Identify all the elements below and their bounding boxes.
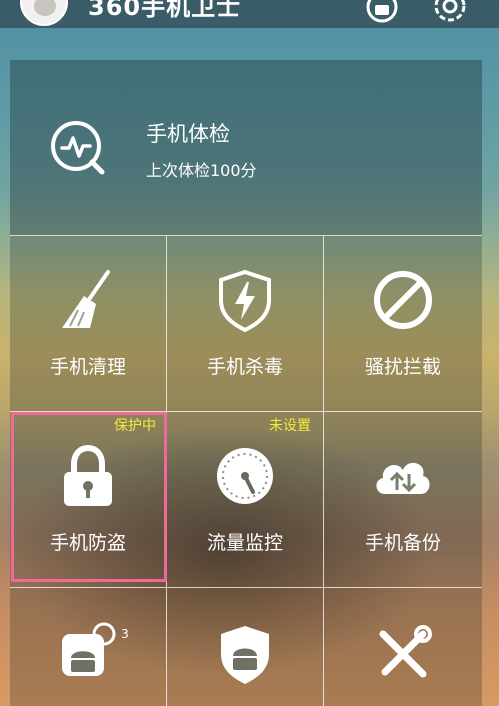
tile-privacy-protect[interactable] xyxy=(167,588,324,706)
top-bar: 360手机卫士 xyxy=(0,0,499,28)
cloud-sync-icon xyxy=(376,462,430,494)
checkup-magnifier-icon xyxy=(51,121,105,175)
tile-label: 骚扰拦截 xyxy=(364,356,441,378)
tile-app-manager[interactable]: 3 xyxy=(10,588,167,706)
tile-label: 手机杀毒 xyxy=(206,356,283,378)
android-box-icon xyxy=(62,622,116,676)
avatar[interactable] xyxy=(20,0,68,26)
shield-bolt-icon xyxy=(219,269,271,332)
notification-badge: 3 xyxy=(121,627,129,641)
app-title: 360手机卫士 xyxy=(88,0,242,21)
block-icon xyxy=(374,271,432,329)
main-panel: 手机体检 上次体检100分 手机清理 手机杀毒 骚扰拦截 保护中 手机防盗 未设… xyxy=(10,60,482,706)
checkup-title: 手机体检 xyxy=(146,122,230,146)
tile-label: 手机防盗 xyxy=(49,532,126,554)
tile-label: 流量监控 xyxy=(206,532,283,554)
gauge-icon xyxy=(217,448,273,504)
tile-harassment-block[interactable]: 骚扰拦截 xyxy=(324,236,482,412)
gear-icon[interactable] xyxy=(430,0,470,26)
status-badge: 未设置 xyxy=(269,418,311,434)
phone-checkup-card[interactable]: 手机体检 上次体检100分 xyxy=(10,60,482,236)
tools-icon xyxy=(379,625,432,678)
status-badge: 保护中 xyxy=(114,418,156,434)
tile-toolbox[interactable] xyxy=(324,588,482,706)
medal-icon[interactable] xyxy=(366,0,398,24)
android-shield-icon xyxy=(221,626,269,684)
tile-label: 手机清理 xyxy=(49,356,126,378)
tile-traffic-monitor[interactable]: 未设置 流量监控 xyxy=(167,412,324,588)
padlock-icon xyxy=(64,444,112,506)
broom-icon xyxy=(62,270,110,328)
checkup-subtitle: 上次体检100分 xyxy=(146,161,257,180)
tile-antivirus[interactable]: 手机杀毒 xyxy=(167,236,324,412)
tile-label: 手机备份 xyxy=(364,532,441,554)
tile-phone-cleanup[interactable]: 手机清理 xyxy=(10,236,167,412)
tile-anti-theft[interactable]: 保护中 手机防盗 xyxy=(10,412,167,588)
tile-phone-backup[interactable]: 手机备份 xyxy=(324,412,482,588)
